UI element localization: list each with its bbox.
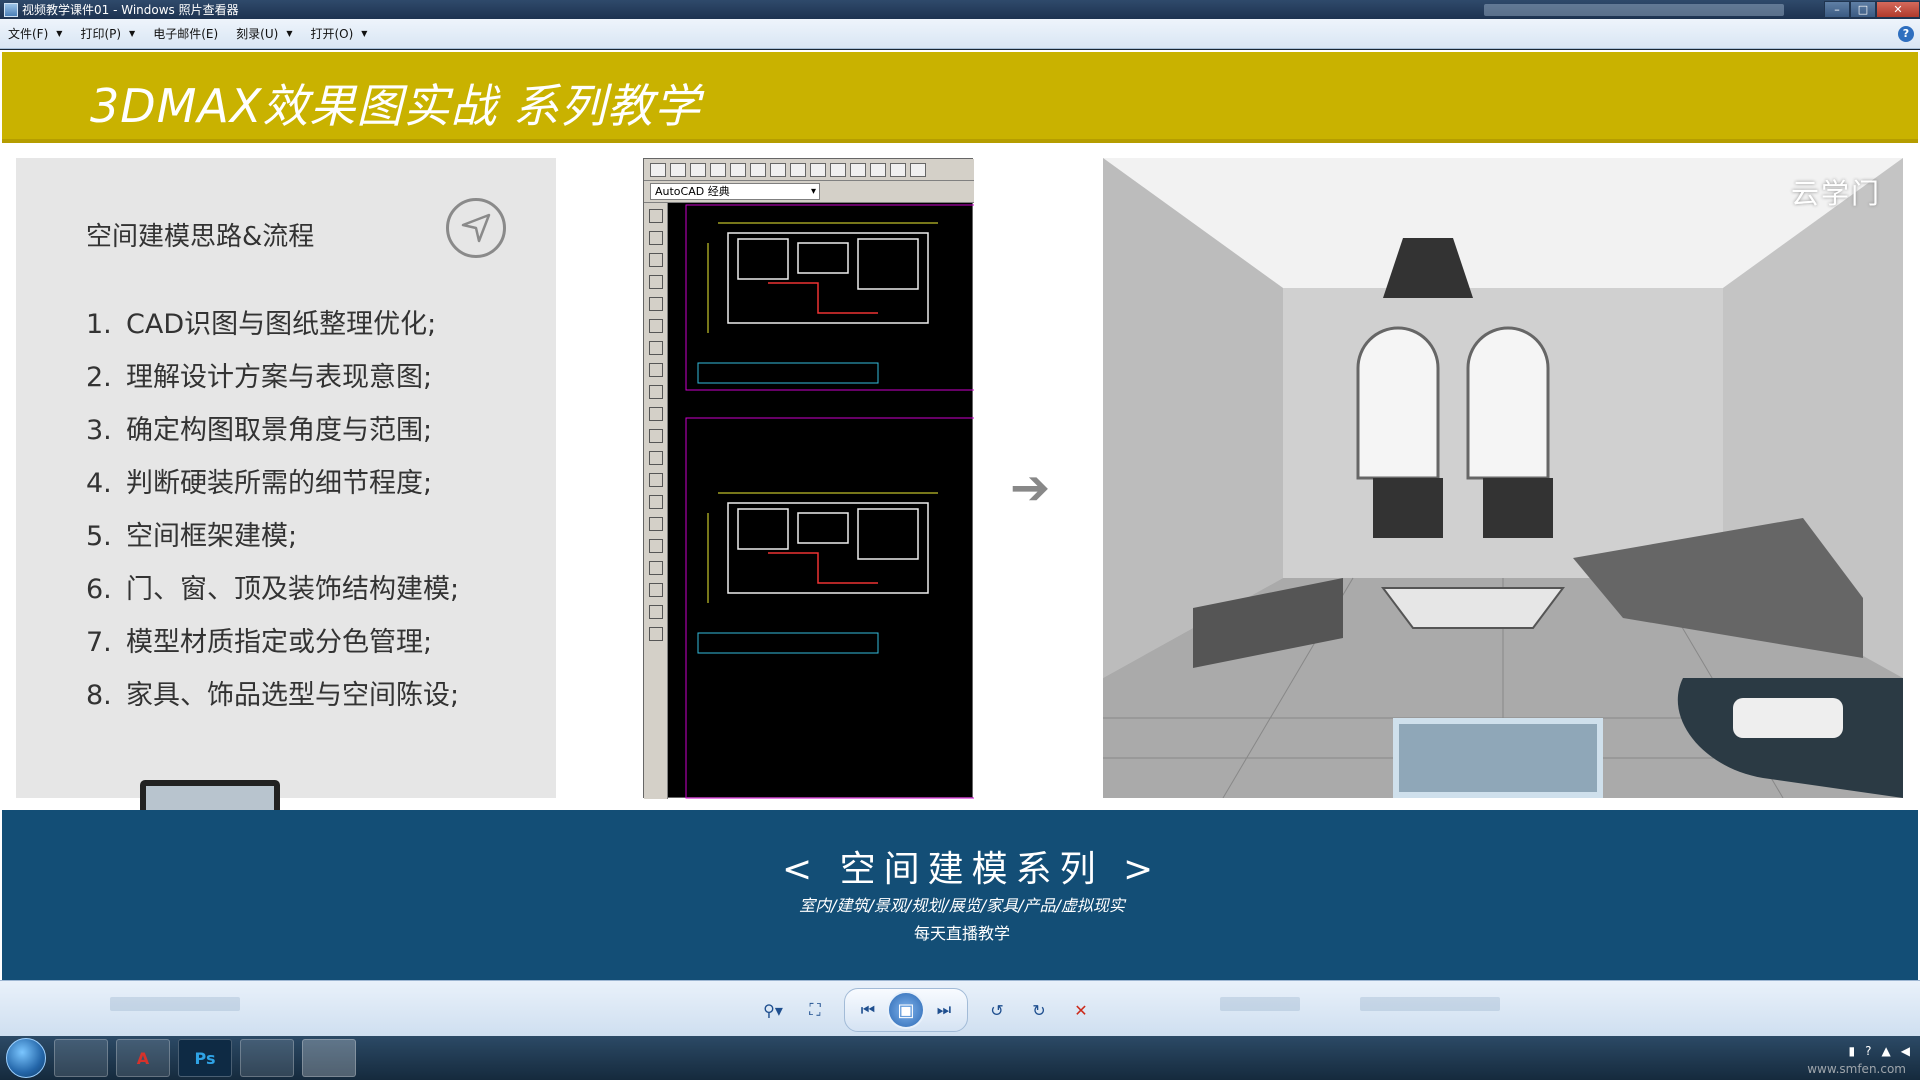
title-banner: 3DMAX效果图实战 系列教学 bbox=[2, 52, 1918, 143]
blurred-area bbox=[1220, 997, 1300, 1011]
list-item: 8. 家具、饰品选型与空间陈设; bbox=[86, 669, 459, 722]
panel-heading: 空间建模思路&流程 bbox=[86, 222, 315, 252]
menu-bar: 文件(F) ▼ 打印(P) ▼ 电子邮件(E) 刻录(U) ▼ 打开(O) ▼ ? bbox=[0, 19, 1920, 49]
list-item: 1. CAD识图与图纸整理优化; bbox=[86, 298, 459, 351]
taskbar: A Ps ▮ ? ▲ ◀ www.smfen.com bbox=[0, 1036, 1920, 1080]
list-item: 6. 门、窗、顶及装饰结构建模; bbox=[86, 563, 459, 616]
title-bar: 视频教学课件01 - Windows 照片查看器 – □ ✕ bbox=[0, 0, 1920, 19]
banner-title: 3DMAX效果图实战 系列教学 bbox=[90, 79, 701, 133]
menu-burn[interactable]: 刻录(U) ▼ bbox=[236, 25, 292, 42]
autocad-icon[interactable]: A bbox=[116, 1039, 170, 1077]
taskbar-blur-area bbox=[1484, 3, 1784, 16]
step-text: 家具、饰品选型与空间陈设; bbox=[126, 680, 460, 711]
menu-file[interactable]: 文件(F) ▼ bbox=[8, 25, 62, 42]
list-item: 4. 判断硬装所需的细节程度; bbox=[86, 457, 459, 510]
close-button[interactable]: ✕ bbox=[1876, 1, 1920, 18]
menu-email-label: 电子邮件(E) bbox=[153, 27, 219, 41]
photoshop-icon[interactable]: Ps bbox=[178, 1039, 232, 1077]
menu-print[interactable]: 打印(P) ▼ bbox=[80, 25, 135, 42]
step-text: 理解设计方案与表现意图; bbox=[126, 362, 433, 393]
rotate-clockwise-icon[interactable]: ↻ bbox=[1026, 998, 1052, 1022]
cad-workspace-bar: AutoCAD 经典 bbox=[644, 181, 974, 203]
volume-icon[interactable]: ◀ bbox=[1901, 1044, 1910, 1058]
step-number: 8. bbox=[86, 680, 112, 711]
maximize-button[interactable]: □ bbox=[1850, 1, 1876, 18]
photo-viewer-icon bbox=[4, 2, 18, 17]
step-number: 7. bbox=[86, 627, 112, 658]
yunxuemen-logo: 云学门 bbox=[1790, 177, 1881, 210]
list-item: 7. 模型材质指定或分色管理; bbox=[86, 616, 459, 669]
step-number: 3. bbox=[86, 415, 112, 446]
tray-icon[interactable]: ▮ bbox=[1849, 1044, 1856, 1058]
cad-workspace-select: AutoCAD 经典 bbox=[650, 183, 820, 200]
step-number: 2. bbox=[86, 362, 112, 393]
list-item: 3. 确定构图取景角度与范围; bbox=[86, 404, 459, 457]
steps-list: 1. CAD识图与图纸整理优化; 2. 理解设计方案与表现意图; 3. 确定构图取景角… bbox=[86, 298, 459, 722]
watermark: www.smfen.com bbox=[1807, 1062, 1906, 1076]
menu-email[interactable]: 电子邮件(E) bbox=[153, 25, 218, 42]
series-subtitle: 室内/建筑/景观/规划/展览/家具/产品/虚拟现实 bbox=[799, 896, 1125, 915]
start-button[interactable] bbox=[6, 1038, 46, 1078]
next-icon[interactable]: ⏭ bbox=[931, 998, 957, 1022]
photo-viewer-taskbar-icon[interactable] bbox=[302, 1039, 356, 1077]
chevron-down-icon: ▼ bbox=[361, 29, 368, 38]
bottom-banner: < 空间建模系列 > 室内/建筑/景观/规划/展览/家具/产品/虚拟现实 每天直… bbox=[2, 810, 1918, 980]
slide-image: 3DMAX效果图实战 系列教学 空间建模思路&流程 1. CAD识图与图纸整理优化… bbox=[0, 50, 1920, 980]
cad-draw-toolbar bbox=[644, 203, 668, 799]
menu-print-label: 打印(P) bbox=[80, 27, 122, 41]
list-item: 5. 空间框架建模; bbox=[86, 510, 459, 563]
chevron-down-icon: ▼ bbox=[286, 29, 293, 38]
autocad-screenshot: AutoCAD 经典 bbox=[643, 158, 977, 799]
menu-burn-label: 刻录(U) bbox=[236, 27, 279, 41]
series-title: < 空间建模系列 > bbox=[782, 849, 1162, 890]
step-text: 门、窗、顶及装饰结构建模; bbox=[126, 574, 460, 605]
step-number: 6. bbox=[86, 574, 112, 605]
explorer-icon[interactable] bbox=[54, 1039, 108, 1077]
step-text: CAD识图与图纸整理优化; bbox=[126, 309, 437, 340]
step-number: 4. bbox=[86, 468, 112, 499]
menu-file-label: 文件(F) bbox=[8, 27, 49, 41]
arrow-right-icon: ➔ bbox=[1010, 460, 1051, 516]
slideshow-button[interactable]: ▣ bbox=[887, 991, 925, 1029]
list-item: 2. 理解设计方案与表现意图; bbox=[86, 351, 459, 404]
window-title: 视频教学课件01 - Windows 照片查看器 bbox=[22, 3, 239, 17]
network-icon[interactable]: ▲ bbox=[1882, 1044, 1891, 1058]
previous-icon[interactable]: ⏮ bbox=[855, 998, 881, 1022]
system-tray: ▮ ? ▲ ◀ bbox=[1849, 1044, 1910, 1058]
delete-icon[interactable]: ✕ bbox=[1068, 998, 1094, 1022]
menu-open[interactable]: 打开(O) ▼ bbox=[310, 25, 367, 42]
series-schedule: 每天直播教学 bbox=[913, 924, 1010, 943]
minimize-button[interactable]: – bbox=[1824, 1, 1850, 18]
help-tray-icon[interactable]: ? bbox=[1865, 1044, 1871, 1058]
step-number: 1. bbox=[86, 309, 112, 340]
step-text: 确定构图取景角度与范围; bbox=[126, 415, 433, 446]
fit-to-window-icon[interactable]: ⛶ bbox=[802, 998, 828, 1022]
rotate-counterclockwise-icon[interactable]: ↺ bbox=[984, 998, 1010, 1022]
menu-open-label: 打开(O) bbox=[310, 27, 354, 41]
zoom-icon[interactable]: ⚲▾ bbox=[760, 998, 786, 1022]
chevron-down-icon: ▼ bbox=[129, 29, 136, 38]
blurred-area bbox=[1360, 997, 1500, 1011]
step-text: 判断硬装所需的细节程度; bbox=[126, 468, 433, 499]
blurred-area bbox=[110, 997, 240, 1011]
viewer-toolbar: ⚲▾ ⛶ ⏮ ▣ ⏭ ↺ ↻ ✕ bbox=[0, 980, 1920, 1036]
help-icon[interactable]: ? bbox=[1898, 26, 1914, 42]
steps-panel: 空间建模思路&流程 1. CAD识图与图纸整理优化; 2. 理解设计方案与表现意图;… bbox=[16, 158, 556, 798]
step-text: 空间框架建模; bbox=[126, 521, 298, 552]
rendered-living-room-image: 云学门 bbox=[1103, 158, 1903, 798]
3dsmax-icon[interactable] bbox=[240, 1039, 294, 1077]
step-number: 5. bbox=[86, 521, 112, 552]
cad-drawing-canvas bbox=[668, 203, 977, 799]
cad-toolbar bbox=[644, 159, 974, 181]
navigation-arrow-icon bbox=[446, 198, 506, 258]
step-text: 模型材质指定或分色管理; bbox=[126, 627, 433, 658]
chevron-down-icon: ▼ bbox=[56, 29, 63, 38]
